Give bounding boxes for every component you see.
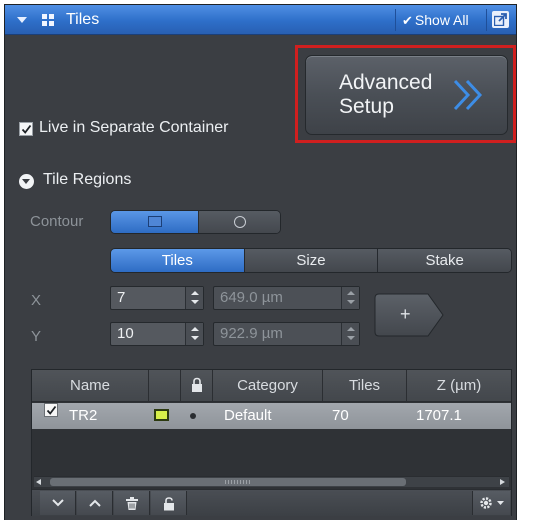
chevron-up-icon (89, 499, 101, 507)
row-lock-indicator[interactable] (190, 413, 196, 419)
column-color[interactable] (148, 370, 180, 402)
circle-icon (234, 216, 246, 228)
y-tiles-stepper[interactable] (185, 323, 203, 345)
show-all-toggle[interactable]: ✔ Show All (395, 9, 487, 31)
y-label: Y (31, 328, 42, 345)
panel-title-bar[interactable]: Tiles ✔ Show All (5, 5, 516, 35)
panel-title: Tiles (66, 11, 100, 28)
undock-button[interactable] (492, 11, 509, 28)
unlock-button[interactable] (151, 491, 187, 515)
chevron-down-icon (52, 499, 64, 507)
x-tiles-spinbox[interactable]: 7 (110, 286, 204, 310)
contour-circle-option[interactable] (198, 211, 280, 233)
scroll-right-icon[interactable] (500, 479, 505, 485)
y-size-stepper (341, 323, 359, 345)
tab-tiles[interactable]: Tiles (111, 249, 244, 272)
contour-rectangle-option[interactable] (111, 211, 198, 233)
y-tiles-spinbox[interactable]: 10 (110, 322, 204, 346)
row-tiles: 70 (332, 407, 349, 424)
horizontal-scrollbar[interactable] (34, 476, 509, 487)
scrollbar-thumb[interactable] (50, 478, 406, 486)
x-size-spinbox: 649.0 µm (213, 286, 360, 310)
move-down-button[interactable] (40, 491, 76, 515)
gear-icon (480, 497, 504, 509)
advanced-setup-label: Advanced Setup (339, 71, 433, 118)
live-container-checkbox[interactable] (19, 122, 33, 136)
double-chevron-right-icon (453, 79, 483, 111)
column-z[interactable]: Z (µm) (406, 370, 511, 402)
tile-regions-table: Name Category Tiles Z (µm) TR2 Default 7… (31, 369, 512, 516)
y-size-value: 922.9 µm (220, 325, 283, 342)
x-size-value: 649.0 µm (220, 289, 283, 306)
row-color-swatch[interactable] (154, 409, 169, 421)
column-category[interactable]: Category (212, 370, 322, 402)
contour-label: Contour (30, 213, 84, 230)
table-toolbar (32, 489, 511, 516)
lock-icon (192, 377, 202, 392)
contour-selector (110, 210, 281, 234)
plus-label: + (400, 304, 411, 324)
tiles-grid-icon (42, 14, 54, 26)
row-visible-checkbox[interactable] (44, 403, 58, 417)
trash-icon (126, 497, 138, 510)
y-tiles-value: 10 (117, 325, 134, 342)
scroll-left-icon[interactable] (36, 479, 41, 485)
tiles-panel: Tiles ✔ Show All Advanced Setup Live in S… (4, 4, 517, 520)
x-tiles-value: 7 (117, 289, 126, 306)
checkmark-icon (21, 124, 32, 134)
tab-size[interactable]: Size (243, 249, 378, 272)
table-header: Name Category Tiles Z (µm) (32, 370, 511, 402)
undock-icon (494, 13, 507, 26)
advanced-setup-button[interactable]: Advanced Setup (305, 55, 508, 135)
rectangle-icon (148, 216, 162, 227)
show-all-label: Show All (414, 12, 469, 28)
expand-section-icon[interactable] (19, 174, 34, 189)
checkmark-icon: ✔ (402, 13, 413, 28)
unlock-icon (164, 497, 174, 511)
row-z: 1707.1 (416, 407, 462, 424)
x-label: X (31, 292, 42, 309)
x-size-stepper (341, 287, 359, 309)
tile-regions-heading[interactable]: Tile Regions (43, 171, 131, 189)
tab-stake[interactable]: Stake (377, 249, 511, 272)
move-up-button[interactable] (77, 491, 113, 515)
settings-menu-button[interactable] (472, 491, 510, 515)
live-container-label: Live in Separate Container (39, 119, 229, 136)
x-tiles-stepper[interactable] (185, 287, 203, 309)
row-name: TR2 (69, 407, 98, 424)
column-tiles[interactable]: Tiles (322, 370, 406, 402)
collapse-arrow-icon[interactable] (17, 17, 27, 23)
column-lock[interactable] (180, 370, 212, 402)
checkmark-icon (46, 405, 57, 415)
row-category: Default (224, 407, 272, 424)
add-tile-region-button[interactable]: + (374, 293, 444, 337)
table-row[interactable]: TR2 Default 70 1707.1 (32, 403, 511, 429)
y-size-spinbox: 922.9 µm (213, 322, 360, 346)
delete-button[interactable] (114, 491, 150, 515)
column-name[interactable]: Name (32, 370, 148, 402)
tile-regions-tabs: Tiles Size Stake (110, 248, 512, 273)
